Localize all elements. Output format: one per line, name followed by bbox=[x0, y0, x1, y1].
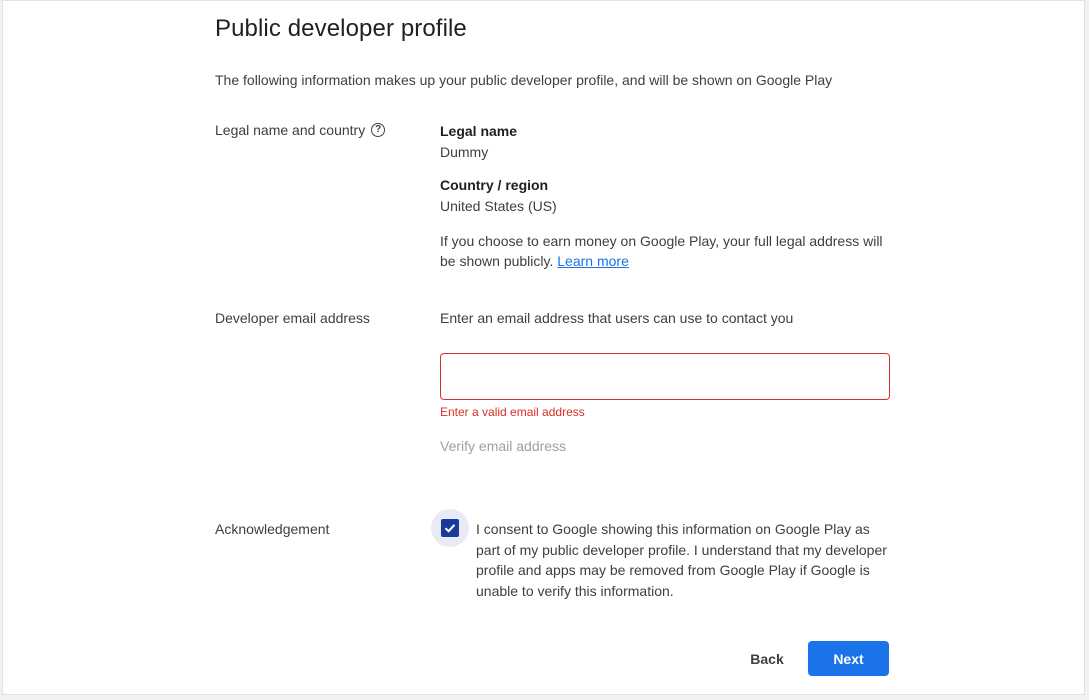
country-label: Country / region bbox=[440, 177, 549, 193]
country-value: United States (US) bbox=[440, 198, 557, 214]
page-title: Public developer profile bbox=[215, 15, 467, 42]
checkbox-checked-icon bbox=[441, 519, 459, 537]
email-error-message: Enter a valid email address bbox=[440, 405, 585, 419]
legal-row-label-text: Legal name and country bbox=[215, 122, 366, 138]
legal-name-value: Dummy bbox=[440, 144, 489, 160]
email-input[interactable] bbox=[440, 353, 890, 400]
verify-email-button[interactable]: Verify email address bbox=[440, 438, 566, 454]
consent-checkbox[interactable] bbox=[431, 509, 469, 547]
page-frame: Public developer profile The following i… bbox=[2, 0, 1085, 695]
help-circle-icon[interactable]: ? bbox=[371, 123, 386, 137]
next-button[interactable]: Next bbox=[808, 641, 889, 676]
legal-address-note: If you choose to earn money on Google Pl… bbox=[440, 231, 890, 271]
consent-text: I consent to Google showing this informa… bbox=[476, 521, 887, 599]
legal-name-label: Legal name bbox=[440, 123, 518, 139]
page-intro: The following information makes up your … bbox=[215, 72, 833, 88]
email-row-label: Developer email address bbox=[215, 310, 370, 326]
legal-row-label: Legal name and country ? bbox=[215, 122, 386, 138]
back-button[interactable]: Back bbox=[736, 642, 798, 676]
email-description: Enter an email address that users can us… bbox=[440, 310, 794, 326]
learn-more-link[interactable]: Learn more bbox=[557, 253, 629, 269]
legal-address-note-text: If you choose to earn money on Google Pl… bbox=[440, 233, 883, 269]
acknowledgement-row-label: Acknowledgement bbox=[215, 521, 330, 537]
